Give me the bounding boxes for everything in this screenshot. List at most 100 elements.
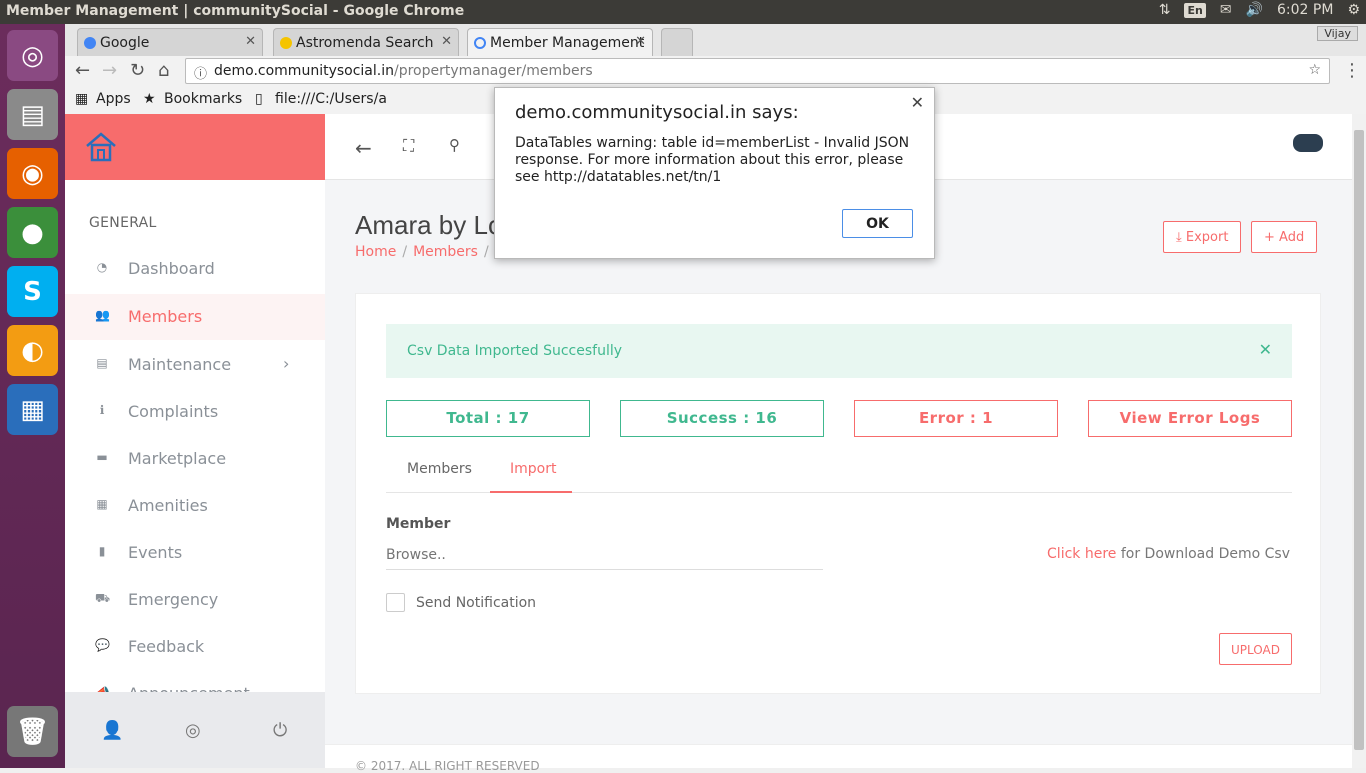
tab-astromenda[interactable]: Astromenda Search ✕ — [273, 28, 459, 56]
section-heading: GENERAL — [89, 215, 157, 231]
sidebar-item-label: Members — [128, 307, 203, 326]
back-icon[interactable]: ← — [75, 60, 90, 81]
dialog-title: demo.communitysocial.in says: — [515, 102, 799, 123]
upload-button[interactable]: UPLOAD — [1219, 633, 1292, 665]
files-icon[interactable]: ▤ — [7, 89, 58, 140]
alert-dialog: demo.communitysocial.in says: ✕ DataTabl… — [494, 87, 935, 259]
clock[interactable]: 6:02 PM — [1277, 2, 1333, 18]
network-icon[interactable]: ⇅ — [1159, 2, 1171, 18]
add-button[interactable]: + Add — [1251, 221, 1318, 253]
sidebar-item-members[interactable]: 👥 Members — [65, 294, 325, 340]
fullscreen-icon[interactable]: ⛶ — [403, 136, 414, 156]
bookmark-file[interactable]: file:///C:/Users/a — [275, 91, 387, 107]
sidebar-item-events[interactable]: ▮ Events — [65, 530, 325, 576]
close-icon[interactable]: ✕ — [911, 93, 924, 112]
bookmark-bookmarks[interactable]: Bookmarks — [164, 91, 242, 107]
add-label: Add — [1279, 230, 1305, 245]
breadcrumb: Home/Members/L — [355, 244, 502, 260]
bookmark-apps[interactable]: Apps — [96, 91, 131, 107]
calendar-icon: ▦ — [96, 497, 108, 511]
firefox-icon[interactable]: ◉ — [7, 148, 58, 199]
tab-member-management[interactable]: Member Management ✕ — [467, 28, 653, 56]
breadcrumb-members[interactable]: Members — [413, 244, 478, 260]
close-icon[interactable]: ✕ — [245, 34, 256, 49]
sidebar-item-complaints[interactable]: ℹ Complaints — [65, 389, 325, 435]
profile-button[interactable]: Vijay — [1317, 26, 1358, 41]
skype-icon[interactable]: S — [7, 266, 58, 317]
url-path: /propertymanager/members — [393, 63, 593, 79]
address-bar[interactable]: ⓘ demo.communitysocial.in/propertymanage… — [185, 58, 1330, 84]
home-logo-icon[interactable] — [85, 132, 117, 162]
send-notification-checkbox[interactable] — [386, 593, 405, 612]
export-button[interactable]: ⤓ Export — [1163, 221, 1242, 253]
ubuntu-dash-icon[interactable]: ◎ — [7, 30, 58, 81]
apps-icon[interactable]: ▦ — [75, 91, 88, 107]
star-icon[interactable]: ☆ — [1308, 62, 1321, 78]
sidebar-item-label: Events — [128, 543, 183, 562]
scrollbar-thumb[interactable] — [1354, 130, 1364, 750]
clipboard-icon: ▮ — [98, 544, 106, 558]
file-browse-input[interactable] — [386, 540, 823, 570]
sidebar: GENERAL ◔ Dashboard 👥 Members ▤ Maintena… — [65, 114, 325, 768]
file-icon: ▤ — [96, 356, 108, 370]
sidebar-item-announcement[interactable]: 📣 Announcement — [65, 671, 325, 692]
home-icon[interactable]: ⌂ — [158, 60, 169, 81]
astromenda-icon — [280, 37, 292, 49]
tab-google[interactable]: Google ✕ — [77, 28, 263, 56]
power-icon[interactable]: ⏻ — [273, 720, 287, 741]
info-icon: ℹ — [99, 403, 105, 417]
import-card: Csv Data Imported Succesfully ✕ Total : … — [355, 293, 1321, 694]
info-icon[interactable]: ⓘ — [194, 63, 207, 82]
settings-gear-icon[interactable]: ⚙ — [1347, 2, 1360, 18]
tab-import[interactable]: Import — [510, 461, 556, 477]
ambulance-icon: ⛟ — [95, 591, 111, 605]
hide-eye-icon[interactable]: ◎ — [185, 720, 201, 741]
breadcrumb-home[interactable]: Home — [355, 244, 396, 260]
tab-members[interactable]: Members — [407, 461, 472, 477]
plus-icon: + — [1264, 230, 1275, 245]
sidebar-item-emergency[interactable]: ⛟ Emergency — [65, 577, 325, 623]
loading-icon — [474, 37, 486, 49]
scrollbar[interactable] — [1352, 114, 1366, 768]
volume-icon[interactable]: 🔊 — [1246, 2, 1263, 18]
tab-label: Google — [100, 35, 150, 51]
ok-button[interactable]: OK — [842, 209, 913, 238]
forward-icon[interactable]: → — [102, 60, 117, 81]
back-arrow-icon[interactable]: ← — [355, 136, 372, 160]
close-icon[interactable]: ✕ — [1259, 340, 1272, 359]
click-here-link[interactable]: Click here — [1047, 546, 1116, 562]
user-icon[interactable]: 👤 — [101, 720, 123, 741]
sidebar-item-amenities[interactable]: ▦ Amenities — [65, 483, 325, 529]
search-icon[interactable]: ⚲ — [449, 136, 460, 154]
success-stat: Success : 16 — [620, 400, 824, 437]
demo-csv-text: Click here for Download Demo Csv — [1047, 546, 1290, 562]
tab-label: Astromenda Search — [296, 35, 434, 51]
writer-icon[interactable]: ▦ — [7, 384, 58, 435]
trash-icon[interactable]: 🗑 — [7, 706, 58, 757]
close-icon[interactable]: ✕ — [441, 34, 452, 49]
app-icon[interactable]: ◐ — [7, 325, 58, 376]
sidebar-item-marketplace[interactable]: ▬ Marketplace — [65, 436, 325, 482]
error-stat: Error : 1 — [854, 400, 1058, 437]
keyboard-language[interactable]: En — [1184, 2, 1206, 18]
total-stat: Total : 17 — [386, 400, 590, 437]
logo-bar — [65, 114, 325, 180]
menu-icon[interactable]: ⋮ — [1343, 60, 1361, 81]
chrome-icon[interactable]: ● — [7, 207, 58, 258]
sidebar-item-maintenance[interactable]: ▤ Maintenance › — [65, 342, 325, 388]
avatar[interactable] — [1293, 134, 1323, 152]
system-tray: ⇅ En ✉ 🔊 6:02 PM ⚙ — [1159, 2, 1360, 18]
close-icon[interactable]: ✕ — [635, 34, 646, 49]
mail-icon[interactable]: ✉ — [1220, 2, 1232, 18]
sidebar-item-dashboard[interactable]: ◔ Dashboard — [65, 246, 325, 292]
address-row: ← → ↻ ⌂ ⓘ demo.communitysocial.in/proper… — [65, 56, 1366, 86]
send-notification-label: Send Notification — [416, 595, 537, 611]
view-error-logs-button[interactable]: View Error Logs — [1088, 400, 1292, 437]
briefcase-icon: ▬ — [96, 450, 108, 464]
reload-icon[interactable]: ↻ — [130, 60, 145, 81]
chevron-right-icon: › — [283, 354, 290, 373]
export-label: Export — [1185, 230, 1229, 245]
sidebar-item-feedback[interactable]: 💬 Feedback — [65, 624, 325, 670]
new-tab-button[interactable] — [661, 28, 693, 56]
tab-label: Member Management — [490, 35, 645, 51]
